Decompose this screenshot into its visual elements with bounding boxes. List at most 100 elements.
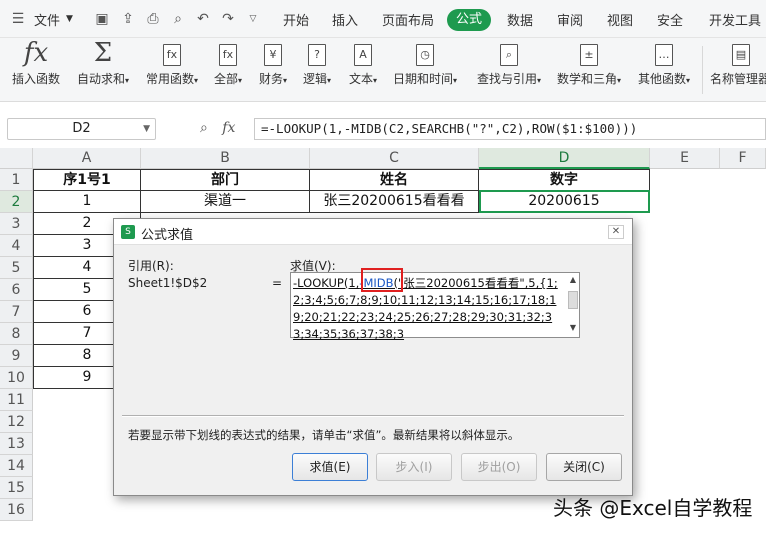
scroll-down-icon[interactable]: ▼ (567, 323, 579, 332)
file-menu[interactable]: 文件 (34, 10, 60, 29)
row-header[interactable]: 8 (0, 323, 33, 345)
dialog-title: 公式求值 (141, 228, 194, 243)
table-header-cell[interactable]: 数字 (479, 169, 650, 191)
evaluation-box[interactable]: -LOOKUP(1,-MIDB("张三20200615看看看",5,{1;2;3… (290, 268, 580, 341)
tab-insert[interactable]: 插入 (332, 10, 358, 29)
ribbon-label: 自动求和 (76, 72, 125, 86)
all-functions-button[interactable]: fx 全部▾ (210, 42, 246, 87)
lookup-reference-button[interactable]: ⌕ 查找与引用▾ (472, 42, 546, 87)
table-cell[interactable]: 张三20200615看看看 (310, 191, 479, 213)
highlight-annotation-box (361, 268, 403, 292)
evaluate-formula-dialog: S 公式求值 ✕ 引用(R): Sheet1!$D$2 = 求值(V): -LO… (113, 218, 633, 496)
tab-page-layout[interactable]: 页面布局 (382, 10, 434, 29)
more-functions-button[interactable]: … 其他函数▾ (632, 42, 696, 87)
row-header[interactable]: 5 (0, 257, 33, 279)
row-header[interactable]: 16 (0, 499, 33, 521)
ribbon-label: 财务 (258, 72, 283, 86)
reference-label: 引用(R): (128, 259, 174, 273)
column-header[interactable]: A (33, 148, 141, 169)
table-cell[interactable]: 1 (33, 191, 141, 213)
tab-developer[interactable]: 开发工具 (709, 10, 761, 29)
zoom-icon[interactable]: ⌕ (200, 120, 208, 136)
table-header-cell[interactable]: 部门 (141, 169, 310, 191)
date-time-button[interactable]: ◷ 日期和时间▾ (390, 42, 460, 87)
row-header[interactable]: 9 (0, 345, 33, 367)
column-header[interactable]: E (650, 148, 720, 169)
save-icon[interactable]: ▣ (94, 11, 110, 27)
tab-formula[interactable]: 公式 (447, 9, 491, 31)
math-trig-button[interactable]: ± 数学和三角▾ (552, 42, 626, 87)
step-in-button[interactable]: 步入(I) (376, 453, 452, 481)
column-header[interactable]: F (720, 148, 766, 169)
ribbon-label: 插入函数 (11, 72, 60, 86)
row-header[interactable]: 11 (0, 389, 33, 411)
watermark: 头条 @Excel自学教程 (553, 496, 753, 520)
fx-icon[interactable]: fx (222, 120, 235, 136)
dialog-divider (122, 415, 624, 417)
ribbon-label: 文本 (348, 72, 373, 86)
common-functions-button[interactable]: fx 常用函数▾ (142, 42, 202, 87)
row-header[interactable]: 2 (0, 191, 33, 213)
row-header[interactable]: 10 (0, 367, 33, 389)
column-header[interactable]: C (310, 148, 479, 169)
name-box[interactable]: D2 ▼ (7, 118, 156, 140)
menu-icon[interactable]: ☰ (10, 11, 26, 27)
row-header[interactable]: 4 (0, 235, 33, 257)
formula-input[interactable]: =-LOOKUP(1,-MIDB(C2,SEARCHB("?",C2),ROW(… (254, 118, 766, 140)
undo-icon[interactable]: ↶ (195, 11, 211, 27)
preview-icon[interactable]: ⌕ (170, 11, 186, 27)
row-header[interactable]: 12 (0, 411, 33, 433)
logical-button[interactable]: ? 逻辑▾ (300, 42, 334, 87)
file-dropdown-icon[interactable]: ▼ (66, 14, 73, 24)
table-header-cell[interactable]: 姓名 (310, 169, 479, 191)
ribbon-label: 数学和三角 (556, 72, 617, 86)
evaluation-scrollbar[interactable]: ▲ ▼ (567, 275, 579, 335)
export-icon[interactable]: ⇪ (120, 11, 136, 27)
column-header[interactable]: B (141, 148, 310, 169)
select-all-corner[interactable] (0, 148, 33, 169)
insert-function-button[interactable]: fx 插入函数 (10, 38, 62, 87)
evaluate-button[interactable]: 求值(E) (292, 453, 368, 481)
scroll-up-icon[interactable]: ▲ (567, 275, 579, 284)
tab-security[interactable]: 安全 (657, 10, 683, 29)
text-button[interactable]: A 文本▾ (346, 42, 380, 87)
step-out-button[interactable]: 步出(O) (461, 453, 537, 481)
row-header[interactable]: 6 (0, 279, 33, 301)
math-icon: ± (576, 42, 602, 68)
row-header[interactable]: 14 (0, 455, 33, 477)
tab-home[interactable]: 开始 (283, 10, 309, 29)
row-header[interactable]: 3 (0, 213, 33, 235)
dialog-title-bar[interactable]: S 公式求值 ✕ (114, 219, 632, 245)
column-header[interactable]: D (479, 148, 650, 169)
more-icon: … (651, 42, 677, 68)
table-header-cell[interactable]: 序1号1 (33, 169, 141, 191)
evaluation-text: -LOOKUP(1,-MIDB("张三20200615看看看",5,{1;2;3… (293, 275, 561, 343)
table-cell[interactable]: 渠道一 (141, 191, 310, 213)
chevron-down-icon[interactable]: ▼ (143, 119, 150, 139)
ribbon-label: 全部 (213, 72, 238, 86)
sum-icon: Σ (93, 38, 113, 68)
equals-sign: = (272, 276, 283, 290)
yen-icon: ¥ (260, 42, 286, 68)
row-header[interactable]: 15 (0, 477, 33, 499)
tab-review[interactable]: 审阅 (557, 10, 583, 29)
ribbon-label: 常用函数 (145, 72, 194, 86)
tab-data[interactable]: 数据 (507, 10, 533, 29)
close-icon[interactable]: ✕ (608, 225, 624, 239)
name-manager-button[interactable]: ▤ 名称管理器 (710, 42, 766, 87)
customize-icon[interactable]: ▽ (245, 11, 261, 27)
financial-button[interactable]: ¥ 财务▾ (256, 42, 290, 87)
search-icon: ⌕ (496, 42, 522, 68)
row-header[interactable]: 1 (0, 169, 33, 191)
ribbon-label: 查找与引用 (476, 72, 537, 86)
ribbon-label: 名称管理器 (710, 72, 766, 86)
close-button[interactable]: 关闭(C) (546, 453, 622, 481)
reference-value: Sheet1!$D$2 (128, 276, 208, 290)
redo-icon[interactable]: ↷ (220, 11, 236, 27)
tab-view[interactable]: 视图 (607, 10, 633, 29)
autosum-button[interactable]: Σ 自动求和▾ (72, 38, 134, 87)
row-header[interactable]: 7 (0, 301, 33, 323)
print-icon[interactable]: ⎙ (145, 11, 161, 27)
scroll-thumb[interactable] (568, 291, 578, 309)
row-header[interactable]: 13 (0, 433, 33, 455)
